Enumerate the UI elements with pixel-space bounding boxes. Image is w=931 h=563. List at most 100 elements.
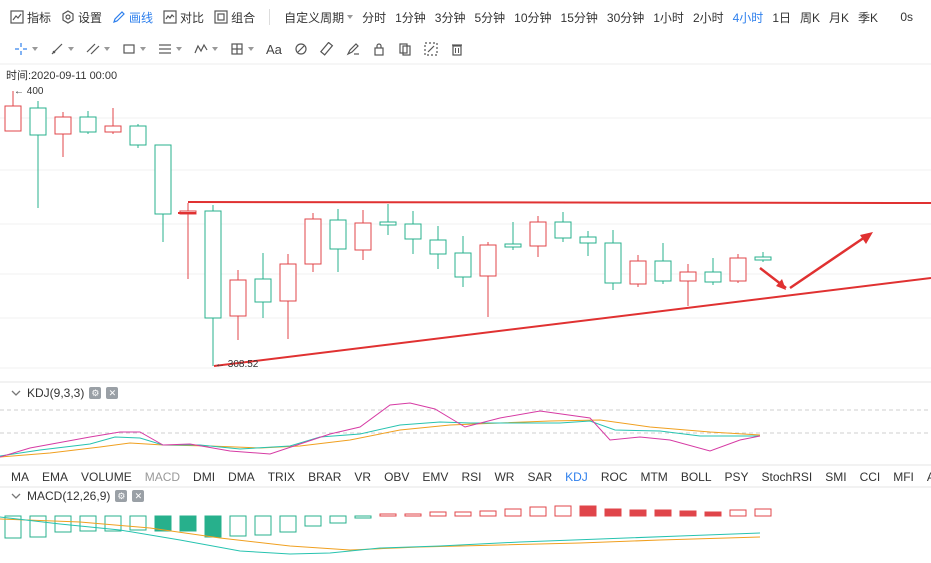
candles [4, 91, 772, 366]
macd-bar-7 [179, 515, 197, 532]
macd-bar-17 [429, 511, 447, 517]
candle-body-26 [654, 260, 672, 282]
max-price-label: ← 400 [14, 86, 44, 97]
indicator-tab-psy[interactable]: PSY [725, 470, 749, 484]
indicator-tab-roc[interactable]: ROC [601, 470, 628, 484]
indicator-tab-stochrsi[interactable]: StochRSI [762, 470, 813, 484]
max-price-value: 400 [26, 86, 44, 97]
macd-bar-11 [279, 515, 297, 533]
indicator-tab-brar[interactable]: BRAR [308, 470, 341, 484]
macd-bar-9 [229, 515, 247, 537]
candle-body-19 [479, 244, 497, 277]
indicator-tab-trix[interactable]: TRIX [268, 470, 295, 484]
candle-body-1 [29, 107, 47, 136]
macd-bar-14 [354, 515, 372, 519]
macd-bar-18 [454, 511, 472, 517]
indicator-tab-dmi[interactable]: DMI [193, 470, 215, 484]
indicator-tab-smi[interactable]: SMI [825, 470, 846, 484]
indicator-tab-ema[interactable]: EMA [42, 470, 68, 484]
macd-bar-22 [554, 505, 572, 517]
candle-body-8 [204, 210, 222, 319]
indicator-tab-mfi[interactable]: MFI [893, 470, 914, 484]
resistance-line [187, 201, 931, 204]
candle-body-6 [154, 144, 172, 215]
candle-body-24 [604, 242, 622, 284]
candle-body-20 [504, 243, 522, 248]
macd-bar-25 [629, 509, 647, 517]
indicator-tab-sar[interactable]: SAR [527, 470, 552, 484]
indicator-tab-volume[interactable]: VOLUME [81, 470, 132, 484]
candle-body-30 [754, 256, 772, 261]
macd-bar-29 [729, 509, 747, 517]
candle-body-10 [254, 278, 272, 303]
macd-bar-12 [304, 515, 322, 527]
indicator-tab-dma[interactable]: DMA [228, 470, 255, 484]
candle-body-21 [529, 221, 547, 247]
indicator-tab-ma[interactable]: MA [11, 470, 29, 484]
candle-body-15 [379, 221, 397, 226]
indicator-tab-emv[interactable]: EMV [422, 470, 448, 484]
macd-bar-13 [329, 515, 347, 524]
chevron-down-icon[interactable] [10, 387, 22, 399]
min-price-label: ← 308.52 [215, 359, 259, 370]
gear-icon[interactable]: ⚙ [115, 490, 128, 502]
kdj-title: KDJ(9,3,3) [27, 386, 85, 400]
macd-title: MACD(12,26,9) [27, 489, 111, 503]
candle-body-0 [4, 105, 22, 132]
candle-body-23 [579, 236, 597, 244]
candle-body-27 [679, 271, 697, 282]
kdj-d-line [0, 419, 761, 458]
macd-bar-28 [704, 511, 722, 517]
support-line [213, 277, 931, 367]
macd-bar-16 [404, 513, 422, 517]
macd-bar-21 [529, 506, 547, 517]
macd-bar-15 [379, 513, 397, 517]
candle-body-16 [404, 223, 422, 240]
macd-header: MACD(12,26,9) ⚙ ✕ [10, 489, 145, 503]
min-price-value: 308.52 [227, 359, 259, 370]
kdj-pane [0, 402, 761, 458]
indicator-tab-atr[interactable]: ATR [927, 470, 931, 484]
close-icon[interactable]: ✕ [132, 490, 145, 502]
indicator-tab-mtm[interactable]: MTM [640, 470, 667, 484]
macd-bar-19 [479, 510, 497, 517]
arrow-up-segment [789, 233, 869, 290]
candle-body-28 [704, 271, 722, 283]
candle-body-11 [279, 263, 297, 302]
candle-body-2 [54, 116, 72, 135]
candle-body-25 [629, 260, 647, 285]
candle-body-14 [354, 222, 372, 251]
chevron-down-icon[interactable] [10, 490, 22, 502]
indicator-tab-vr[interactable]: VR [354, 470, 371, 484]
candle-body-5 [129, 125, 147, 146]
crosshair-time-label: 时间:2020-09-11 00:00 [6, 70, 118, 82]
indicator-tab-cci[interactable]: CCI [860, 470, 881, 484]
indicator-tab-obv[interactable]: OBV [384, 470, 409, 484]
macd-bar-27 [679, 510, 697, 517]
indicator-tab-macd[interactable]: MACD [145, 470, 180, 484]
macd-pane [0, 505, 772, 555]
close-icon[interactable]: ✕ [106, 387, 119, 399]
macd-bar-24 [604, 508, 622, 517]
candle-body-13 [329, 219, 347, 250]
candle-body-12 [304, 218, 322, 265]
candle-body-3 [79, 116, 97, 133]
macd-bar-26 [654, 509, 672, 517]
indicator-tab-kdj[interactable]: KDJ [565, 470, 588, 484]
candle-body-17 [429, 239, 447, 255]
macd-bar-8 [204, 515, 222, 538]
macd-bar-30 [754, 508, 772, 517]
candle-body-22 [554, 221, 572, 239]
candle-body-29 [729, 257, 747, 282]
indicator-tab-wr[interactable]: WR [494, 470, 514, 484]
macd-bar-20 [504, 508, 522, 517]
macd-bar-10 [254, 515, 272, 536]
macd-bar-23 [579, 505, 597, 517]
candle-body-9 [229, 279, 247, 317]
indicator-tab-boll[interactable]: BOLL [681, 470, 712, 484]
gear-icon[interactable]: ⚙ [89, 387, 102, 399]
indicator-tab-rsi[interactable]: RSI [461, 470, 481, 484]
kdj-header: KDJ(9,3,3) ⚙ ✕ [10, 386, 119, 400]
indicator-tabs: MA EMA VOLUME MACD DMI DMA TRIX BRAR VR OBV EMV RSI… [0, 466, 931, 488]
macd-bar-1 [29, 515, 47, 538]
